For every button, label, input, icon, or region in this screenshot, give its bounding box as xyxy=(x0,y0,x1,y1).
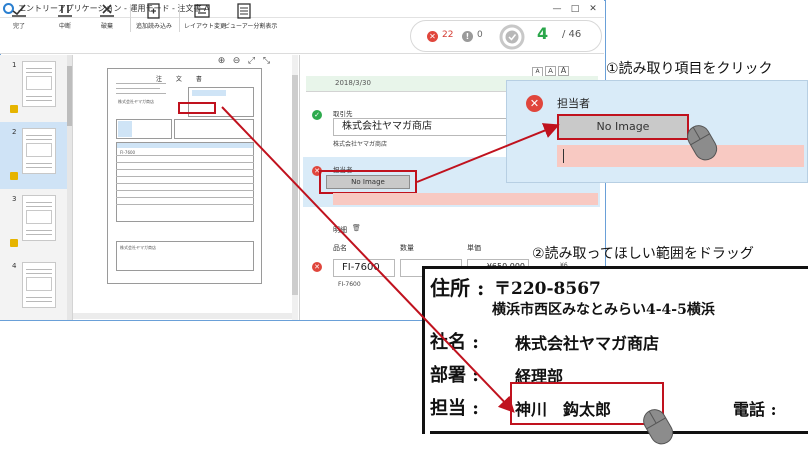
arrow-to-callout1 xyxy=(416,123,560,183)
mouse-cursor-icon xyxy=(643,409,674,445)
connector-arrows xyxy=(221,106,560,413)
mouse-cursor-icon xyxy=(687,125,718,161)
arrow-to-callout2 xyxy=(221,106,515,413)
